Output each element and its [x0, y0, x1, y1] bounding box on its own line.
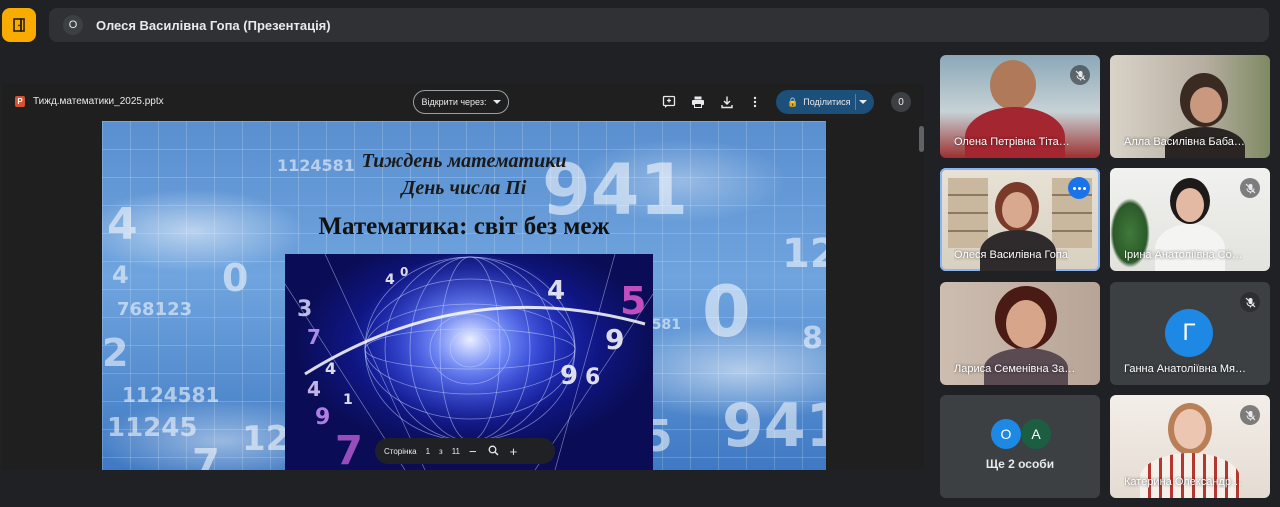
- mic-off-icon: [1240, 405, 1260, 425]
- participant-name: Олеся Василівна Гопа: [954, 249, 1068, 261]
- participant-video-body: [1155, 224, 1225, 271]
- more-participants-tile[interactable]: О А Ще 2 особи: [940, 395, 1100, 498]
- background-number: 8: [802, 321, 823, 356]
- slide-title-line-2: День числа Пі: [401, 177, 527, 199]
- open-with-label: Відкрити через:: [421, 97, 487, 107]
- lock-icon: 🔒: [787, 96, 799, 107]
- background-number: 768123: [117, 299, 193, 320]
- chevron-down-icon: [492, 100, 501, 104]
- bookshelf-background: [948, 178, 988, 248]
- download-icon[interactable]: [719, 94, 735, 110]
- participant-tile-2[interactable]: Алла Василівна Баба…: [1110, 55, 1270, 158]
- open-with-dropdown[interactable]: Відкрити через:: [413, 90, 509, 114]
- slide-title-line-1: Тиждень математики: [361, 150, 567, 172]
- illustration-number: 9: [605, 323, 624, 356]
- illustration-number: 7: [335, 428, 363, 470]
- participant-tile-6[interactable]: Г Ганна Анатоліївна Мя…: [1110, 282, 1270, 385]
- scrollbar-thumb[interactable]: [919, 126, 924, 152]
- slide-title: Тиждень математики День числа Пі: [102, 148, 826, 202]
- participant-face: [1176, 188, 1204, 222]
- more-avatar-2: А: [1021, 419, 1051, 449]
- illustration-number: 1: [343, 392, 353, 408]
- participant-name: Лариса Семенівна За…: [954, 363, 1076, 375]
- participant-avatar: Г: [1165, 309, 1213, 357]
- illustration-number: 7: [307, 325, 321, 349]
- background-number: 12: [242, 419, 290, 459]
- presentation-toolbar: P Тижд.математики_2025.pptx Відкрити чер…: [2, 84, 924, 120]
- more-avatar-1: О: [991, 419, 1021, 449]
- meet-window: О Олеся Василівна Гопа (Презентація) P Т…: [0, 0, 1280, 507]
- participant-tile-7[interactable]: Катерина Олександр…: [1110, 395, 1270, 498]
- participant-tile-3[interactable]: Олеся Василівна Гопа: [940, 168, 1100, 271]
- participant-face: [1002, 192, 1032, 228]
- mic-off-icon: [1240, 178, 1260, 198]
- share-button[interactable]: 🔒 Поділитися: [776, 90, 874, 114]
- background-number: 941: [722, 391, 826, 461]
- participant-face: [1174, 409, 1206, 449]
- participant-tile-1[interactable]: Олена Петрівна Тіта…: [940, 55, 1100, 158]
- page-navigation: Сторінка 1 з 11 − +: [375, 438, 555, 464]
- illustration-number: 4: [325, 359, 336, 378]
- more-people-label: Ще 2 особи: [985, 457, 1055, 471]
- background-number: 7: [192, 441, 220, 470]
- illustration-number: 9: [560, 361, 578, 391]
- background-number: 11245: [107, 413, 198, 443]
- print-icon[interactable]: [690, 94, 706, 110]
- illustration-number: 6: [585, 365, 600, 390]
- more-options-button[interactable]: [1068, 177, 1090, 199]
- illustration-number: 4: [385, 272, 395, 288]
- share-options-chevron-icon[interactable]: [859, 100, 867, 104]
- participant-name: Олена Петрівна Тіта…: [954, 136, 1070, 148]
- page-label: Сторінка: [384, 446, 417, 456]
- zoom-out-button[interactable]: −: [469, 444, 477, 459]
- mic-off-icon: [1070, 65, 1090, 85]
- page-total: 11: [451, 446, 461, 456]
- meeting-title-bar: О Олеся Василівна Гопа (Презентація): [49, 8, 1269, 42]
- participant-name: Ірина Анатоліївна Со…: [1124, 249, 1243, 261]
- slide-canvas: 1124581 941 4 0 4 768123 2 1124581 11245 12 7 4581 0…: [102, 121, 826, 470]
- zoom-in-button[interactable]: +: [510, 444, 518, 459]
- viewer-count-badge: 0: [891, 92, 911, 112]
- share-divider: [855, 94, 856, 110]
- illustration-number: 3: [297, 297, 312, 322]
- add-comment-icon[interactable]: [661, 94, 677, 110]
- background-number: 1124581: [122, 383, 220, 407]
- page-separator: з: [439, 446, 443, 456]
- illustration-number: 4: [307, 377, 321, 401]
- background-number: 4: [112, 261, 129, 289]
- mic-off-icon: [1240, 292, 1260, 312]
- participant-face: [1190, 87, 1222, 123]
- illustration-number: 9: [315, 405, 330, 430]
- illustration-number: 4: [547, 276, 565, 306]
- page-current[interactable]: 1: [426, 447, 430, 456]
- door-icon: [13, 18, 25, 32]
- zoom-icon[interactable]: [488, 444, 499, 459]
- participant-tile-4[interactable]: Ірина Анатоліївна Со…: [1110, 168, 1270, 271]
- illustration-number: 0: [400, 265, 408, 279]
- background-number: 0: [702, 271, 751, 353]
- more-vert-icon[interactable]: [747, 94, 763, 110]
- share-label: Поділитися: [803, 97, 851, 107]
- presenter-badge: О: [63, 15, 83, 35]
- participant-name: Катерина Олександр…: [1124, 476, 1242, 488]
- background-number: 2: [102, 331, 129, 375]
- participant-tile-5[interactable]: Лариса Семенівна За…: [940, 282, 1100, 385]
- participant-face: [1006, 300, 1046, 348]
- participant-name: Алла Василівна Баба…: [1124, 136, 1245, 148]
- illustration-number: 5: [620, 279, 646, 323]
- participant-video-body: [965, 107, 1065, 158]
- file-name: Тижд.математики_2025.pptx: [33, 96, 164, 107]
- background-number: 0: [222, 256, 249, 300]
- slide-heading: Математика: світ без меж: [318, 213, 610, 240]
- participant-name: Ганна Анатоліївна Мя…: [1124, 363, 1246, 375]
- powerpoint-file-icon: P: [15, 96, 25, 107]
- participant-video: [990, 60, 1036, 110]
- meeting-title: Олеся Василівна Гопа (Презентація): [96, 17, 331, 33]
- presentation-pane: P Тижд.математики_2025.pptx Відкрити чер…: [2, 84, 924, 470]
- exit-button[interactable]: [2, 8, 36, 42]
